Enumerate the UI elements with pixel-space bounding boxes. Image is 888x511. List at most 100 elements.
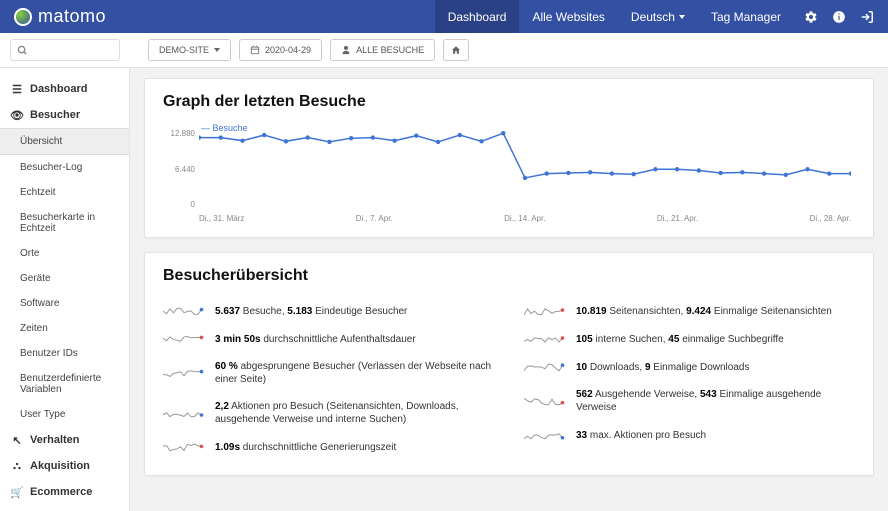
segment-icon [341,45,351,55]
nav-all-websites-label: Alle Websites [532,10,604,24]
sidebar-item-times[interactable]: Zeiten [0,316,129,341]
overview-text: 33 max. Aktionen pro Besuch [576,429,706,442]
funnel-icon: ⛬ [12,461,22,471]
sidebar-group-ecommerce[interactable]: 🛒Ecommerce [0,479,129,505]
sidebar-group-behaviour[interactable]: ↖Verhalten [0,427,129,453]
overview-row[interactable]: 562 Ausgehende Verweise, 543 Einmalige a… [524,381,855,421]
nav-tag-manager-label: Tag Manager [711,10,781,24]
nav-all-websites[interactable]: Alle Websites [519,0,617,33]
chart-title: Graph der letzten Besuche [163,93,855,111]
ytick: 0 [163,200,195,209]
nav-dashboard[interactable]: Dashboard [435,0,520,33]
calendar-icon [250,45,260,55]
topbar: matomo Dashboard Alle Websites Deutsch T… [0,0,888,33]
sparkline-icon [163,406,205,420]
chevron-down-icon [679,15,685,19]
label: Besucher-Log [20,162,82,173]
label: Besucher [30,109,80,121]
sidebar-item-custom-vars[interactable]: Benutzerdefinierte Variablen [0,366,129,402]
logo[interactable]: matomo [14,6,435,27]
date-selector-label: 2020-04-29 [265,45,311,55]
label: Benutzerdefinierte Variablen [20,373,101,395]
date-selector[interactable]: 2020-04-29 [239,39,322,61]
segment-selector[interactable]: ALLE BESUCHE [330,39,435,61]
sidebar-group-acquisition[interactable]: ⛬ Akquisition [0,453,129,479]
overview-text: 10 Downloads, 9 Einmalige Downloads [576,361,749,374]
search-icon [17,45,28,56]
overview-text: 105 interne Suchen, 45 einmalige Suchbeg… [576,333,784,346]
sidebar-item-overview[interactable]: Übersicht [0,128,129,155]
sidebar-group-goals[interactable]: ◎Ziele [0,505,129,511]
overview-grid: 5.637 Besuche, 5.183 Eindeutige Besucher… [163,297,855,461]
overview-text: 60 % abgesprungene Besucher (Verlassen d… [215,360,494,386]
sparkline-icon [524,428,566,442]
sidebar-item-locations[interactable]: Orte [0,241,129,266]
xtick: Di., 14. Apr. [504,214,545,223]
overview-text: 5.637 Besuche, 5.183 Eindeutige Besucher [215,305,407,318]
label: Orte [20,248,39,259]
overview-text: 562 Ausgehende Verweise, 543 Einmalige a… [576,388,855,414]
site-selector[interactable]: DEMO-SITE [148,39,231,61]
xtick: Di., 21. Apr. [657,214,698,223]
segment-selector-label: ALLE BESUCHE [356,45,424,55]
sidebar-item-realtime-map[interactable]: Besucherkarte in Echtzeit [0,205,129,241]
label: Akquisition [30,460,90,472]
dashboard-icon: ☰ [12,84,22,94]
sparkline-icon [163,332,205,346]
visits-chart[interactable]: Besuche 12.880 6.440 0 Di., 31. März Di.… [163,123,855,223]
overview-text: 3 min 50s durchschnittliche Aufenthaltsd… [215,333,416,346]
xtick: Di., 31. März [199,214,244,223]
topbar-icons [804,10,874,24]
overview-row[interactable]: 33 max. Aktionen pro Besuch [524,421,855,449]
overview-row[interactable]: 105 interne Suchen, 45 einmalige Suchbeg… [524,325,855,353]
sidebar-group-visitors[interactable]: 👁Besucher [0,102,129,128]
sidebar-item-software[interactable]: Software [0,291,129,316]
label: Echtzeit [20,187,56,198]
x-axis: Di., 31. März Di., 7. Apr. Di., 14. Apr.… [199,214,851,223]
overview-row[interactable]: 60 % abgesprungene Besucher (Verlassen d… [163,353,494,393]
controlbar: DEMO-SITE 2020-04-29 ALLE BESUCHE [0,33,888,68]
xtick: Di., 7. Apr. [356,214,393,223]
topnav: Dashboard Alle Websites Deutsch Tag Mana… [435,0,794,33]
y-axis: 12.880 6.440 0 [163,129,195,209]
overview-title: Besucherübersicht [163,267,855,285]
overview-row[interactable]: 5.637 Besuche, 5.183 Eindeutige Besucher [163,297,494,325]
gear-icon[interactable] [804,10,818,24]
sidebar-item-user-ids[interactable]: Benutzer IDs [0,341,129,366]
label: Besucherkarte in Echtzeit [20,212,95,234]
chart-card: Graph der letzten Besuche Besuche 12.880… [144,78,874,238]
nav-language-label: Deutsch [631,10,675,24]
logo-icon [14,8,32,26]
search-input[interactable] [10,39,120,61]
overview-row[interactable]: 1.09s durchschnittliche Generierungszeit [163,433,494,461]
sidebar-item-user-type[interactable]: User Type [0,402,129,427]
sparkline-icon [524,304,566,318]
xtick: Di., 28. Apr. [810,214,851,223]
info-icon[interactable] [832,10,846,24]
overview-row[interactable]: 3 min 50s durchschnittliche Aufenthaltsd… [163,325,494,353]
sparkline-icon [524,360,566,374]
sparkline-icon [163,304,205,318]
overview-row[interactable]: 10.819 Seitenansichten, 9.424 Einmalige … [524,297,855,325]
sparkline-icon [163,440,205,454]
label: Dashboard [30,83,87,95]
sidebar: ☰ Dashboard 👁Besucher Übersicht Besucher-… [0,68,130,511]
site-selector-label: DEMO-SITE [159,45,209,55]
cursor-icon: ↖ [12,435,22,445]
label: Zeiten [20,323,48,334]
overview-row[interactable]: 2,2 Aktionen pro Besuch (Seitenansichten… [163,393,494,433]
sidebar-group-dashboard[interactable]: ☰ Dashboard [0,76,129,102]
sidebar-item-realtime[interactable]: Echtzeit [0,180,129,205]
home-button[interactable] [443,39,469,61]
overview-row[interactable]: 10 Downloads, 9 Einmalige Downloads [524,353,855,381]
nav-tag-manager[interactable]: Tag Manager [698,0,794,33]
label: User Type [20,409,65,420]
sparkline-icon [524,332,566,346]
sidebar-item-devices[interactable]: Geräte [0,266,129,291]
login-icon[interactable] [860,10,874,24]
sidebar-item-visitor-log[interactable]: Besucher-Log [0,155,129,180]
label: Übersicht [20,136,62,147]
nav-language[interactable]: Deutsch [618,0,698,33]
logo-text: matomo [38,6,106,27]
sparkline-icon [524,394,566,408]
